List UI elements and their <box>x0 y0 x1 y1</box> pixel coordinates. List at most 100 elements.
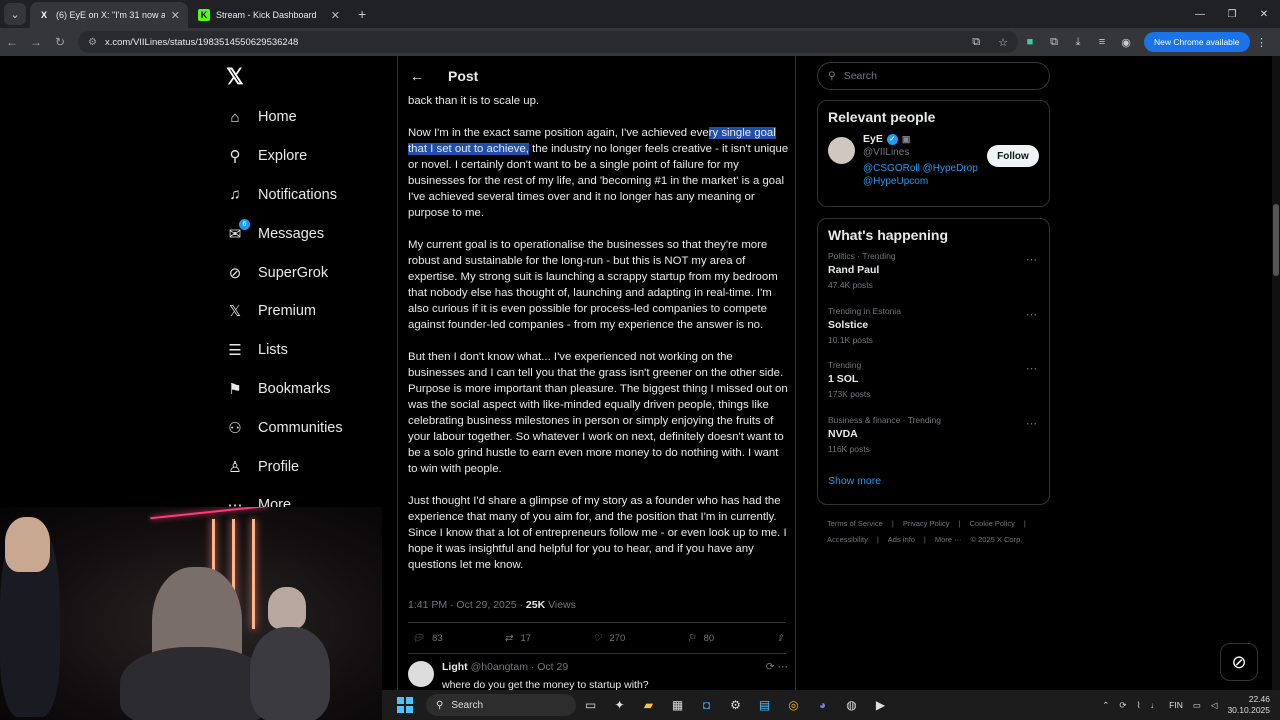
more-icon[interactable]: ⋯ <box>1026 253 1037 266</box>
close-window-icon[interactable]: ✕ <box>1248 0 1280 28</box>
show-more-link[interactable]: Show more <box>818 469 1049 499</box>
settings-icon[interactable]: ⚙ <box>721 694 750 716</box>
network-icon[interactable]: ⌇ <box>1137 700 1141 711</box>
post-actions: 💬︎ 83 ⇄ 17 ♡ 270 ⚐ 80 ⇪ <box>412 633 784 644</box>
outlook-icon[interactable]: ◘ <box>692 694 721 716</box>
task-view-icon[interactable]: ▭ <box>576 694 605 716</box>
close-icon[interactable]: ✕ <box>171 9 180 22</box>
tab-search-button[interactable]: ⌄ <box>4 3 26 25</box>
trend-item[interactable]: Politics · Trending Rand Paul 47.4K post… <box>818 251 1049 306</box>
nav-premium[interactable]: 𝕏 Premium <box>226 292 343 331</box>
footer-link[interactable]: More ··· <box>935 535 962 544</box>
maximize-icon[interactable]: ❐ <box>1216 0 1248 28</box>
nav-communities[interactable]: ⚇ Communities <box>226 408 342 447</box>
follow-button[interactable]: Follow <box>987 145 1039 167</box>
mic-icon[interactable]: ♩ <box>1151 700 1160 710</box>
nav-profile[interactable]: ♙ Profile <box>226 447 343 486</box>
footer-link[interactable]: Terms of Service <box>827 519 883 528</box>
reply-text: where do you get the money to startup wi… <box>442 679 649 690</box>
download-icon[interactable]: ⤓ <box>1066 36 1090 49</box>
search-icon: ⚲ <box>828 70 836 82</box>
taskbar-search[interactable]: ⚲ Search <box>426 694 576 716</box>
nav-label: Messages <box>258 225 325 242</box>
reply-item[interactable]: Light @h0angtam · Oct 29 ⟳ ⋯ where do you… <box>408 661 788 690</box>
footer-link[interactable]: Ads info <box>888 535 915 544</box>
nav-bookmarks[interactable]: ⚑ Bookmarks <box>226 370 343 409</box>
footer-link[interactable]: Accessibility <box>827 535 868 544</box>
discord-icon[interactable]: ◕ <box>808 694 837 716</box>
chevron-up-icon[interactable]: ⌃ <box>1102 700 1109 711</box>
start-button[interactable] <box>394 694 416 716</box>
like-count: 270 <box>609 633 626 644</box>
footer-link[interactable]: Cookie Policy <box>969 519 1014 528</box>
copilot-icon[interactable]: ✦ <box>605 694 634 716</box>
trend-item[interactable]: Business & finance · Trending NVDA 116K … <box>818 415 1049 470</box>
tab-kick-dashboard[interactable]: K Stream - Kick Dashboard ✕ <box>190 2 348 28</box>
footer-link[interactable]: Privacy Policy <box>903 519 950 528</box>
reply-button[interactable]: 💬︎ 83 <box>412 633 443 644</box>
nav-lists[interactable]: ☰ Lists <box>226 331 343 370</box>
chrome-icon[interactable]: ◎ <box>779 694 808 716</box>
reply-author[interactable]: Light <box>442 661 468 673</box>
trend-category: Trending <box>828 360 862 370</box>
more-icon[interactable]: ⋯ <box>1026 417 1037 430</box>
search-icon: ⚲ <box>436 699 444 711</box>
menu-icon[interactable]: ⋮ <box>1250 36 1274 49</box>
clock[interactable]: 22.46 30.10.2025 <box>1227 694 1270 716</box>
nav-explore[interactable]: ⚲ Explore <box>226 137 343 176</box>
language-indicator[interactable]: FIN <box>1169 700 1183 710</box>
notepad-icon[interactable]: ▤ <box>750 694 779 716</box>
reload-icon[interactable]: ↻ <box>48 35 72 49</box>
file-explorer-icon[interactable]: ▰ <box>634 694 663 716</box>
tab-x-post[interactable]: X (6) EyE on X: "I'm 31 now and I' ✕ <box>30 2 188 28</box>
nav-home[interactable]: ⌂ Home <box>226 98 343 137</box>
trend-item[interactable]: Trending in Estonia Solstice 10.1K posts… <box>818 306 1049 361</box>
more-icon[interactable]: ⋯ <box>1026 362 1037 375</box>
forward-icon[interactable]: → <box>24 35 48 49</box>
url-input[interactable]: ⚙ x.com/VIILines/status/1983514550629536… <box>78 31 1018 53</box>
nav-messages[interactable]: ✉ 6 Messages <box>226 214 343 253</box>
extension-green-icon[interactable]: ■ <box>1018 36 1042 48</box>
media-icon[interactable]: ≡ <box>1090 36 1114 48</box>
new-tab-button[interactable]: + <box>358 6 366 22</box>
reply-count: 83 <box>432 633 443 644</box>
site-info-icon[interactable]: ⚙ <box>88 37 97 48</box>
display-icon[interactable]: ▭ <box>1193 700 1201 711</box>
grok-button[interactable]: ⊘ <box>1220 643 1258 681</box>
post-paragraph: Now I'm in the exact same position again… <box>408 125 790 221</box>
new-chrome-button[interactable]: New Chrome available <box>1144 32 1250 52</box>
obs-icon[interactable]: ◍ <box>837 694 866 716</box>
share-button[interactable]: ⇪ <box>776 633 784 644</box>
nav-notifications[interactable]: ♫ Notifications <box>226 176 343 215</box>
footer-separator: | <box>876 535 879 544</box>
sync-icon[interactable]: ⟳ <box>1119 700 1126 711</box>
like-button[interactable]: ♡ 270 <box>593 633 625 644</box>
scrollbar-thumb[interactable] <box>1273 204 1279 276</box>
install-icon[interactable]: ⧉ <box>972 36 980 49</box>
divider <box>408 653 786 654</box>
minimize-icon[interactable]: — <box>1184 0 1216 28</box>
extensions-icon[interactable]: ⧉ <box>1042 36 1066 49</box>
media-player-icon[interactable]: ▶ <box>866 694 895 716</box>
bookmark-button[interactable]: ⚐ 80 <box>687 633 714 644</box>
more-icon[interactable]: ⋯ <box>1026 308 1037 321</box>
scrollbar[interactable] <box>1272 56 1280 690</box>
back-icon[interactable]: ← <box>0 35 24 49</box>
post-timestamp[interactable]: 1:41 PM · Oct 29, 2025 · <box>408 599 526 611</box>
avatar[interactable] <box>408 661 434 687</box>
avatar[interactable] <box>828 137 855 164</box>
star-icon[interactable]: ☆ <box>998 36 1008 49</box>
volume-icon[interactable]: ◁ <box>1211 700 1218 711</box>
nav-supergrok[interactable]: ⊘ SuperGrok <box>226 253 343 292</box>
x-logo-icon[interactable]: 𝕏 <box>226 64 244 90</box>
profile-icon[interactable]: ◉ <box>1114 36 1138 49</box>
search-input[interactable]: ⚲ Search <box>817 62 1050 90</box>
trend-item[interactable]: Trending 1 SOL 173K posts ⋯ <box>818 360 1049 415</box>
back-arrow-icon[interactable]: ← <box>410 68 424 84</box>
more-icon[interactable]: ⟳ ⋯ <box>766 661 788 673</box>
store-icon[interactable]: ▦ <box>663 694 692 716</box>
person-name: EyE <box>863 133 883 145</box>
repost-button[interactable]: ⇄ 17 <box>504 633 531 644</box>
close-icon[interactable]: ✕ <box>331 9 340 22</box>
post-title: Post <box>448 67 479 84</box>
